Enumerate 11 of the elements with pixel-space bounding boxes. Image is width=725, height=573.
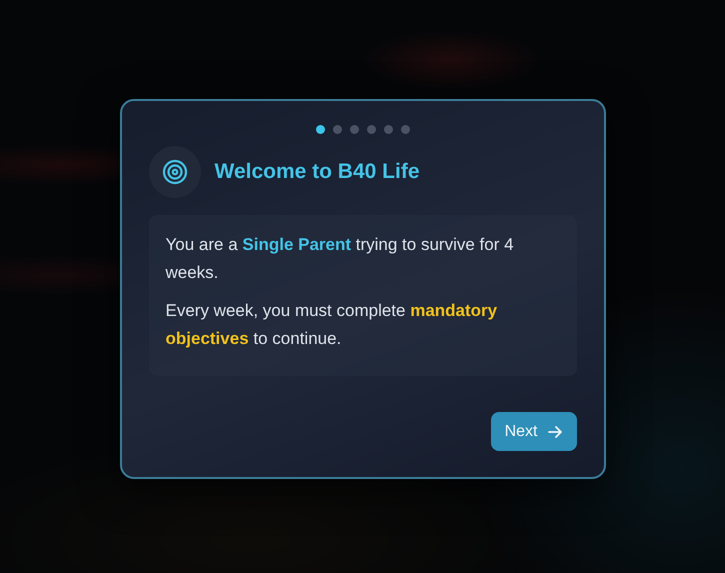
step-dot[interactable] (350, 125, 358, 134)
step-dot[interactable] (384, 125, 392, 134)
message-text: You are a Single Parent trying to survive for 4 weeks. (166, 234, 515, 284)
step-dot[interactable] (366, 125, 376, 134)
message-text: Every week, you must complete mandatory objectives to continue. (166, 300, 498, 350)
step-dot[interactable] (316, 125, 324, 134)
arrow-right-icon (548, 424, 562, 438)
dialog-title: Welcome to B40 Life (214, 160, 420, 184)
next-button[interactable]: Next (490, 412, 576, 451)
step-dot[interactable] (400, 125, 410, 134)
step-dot[interactable] (332, 125, 342, 134)
